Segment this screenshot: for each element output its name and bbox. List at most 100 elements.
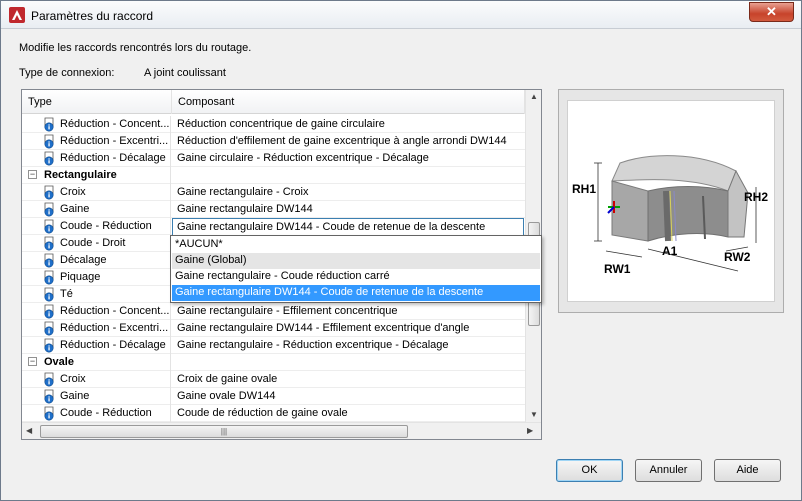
type-cell[interactable]: − Rectangulaire (22, 167, 171, 184)
type-cell[interactable]: Réduction - Excentri... (22, 133, 171, 150)
type-cell[interactable]: Réduction - Concent... (22, 303, 171, 320)
table-row[interactable]: Réduction - Concent... Réduction concentr… (22, 116, 525, 133)
type-cell[interactable]: Té (22, 286, 171, 303)
dropdown-option[interactable]: Gaine (Global) (172, 253, 540, 269)
fitting-info-icon (44, 270, 54, 285)
fitting-info-icon (44, 151, 54, 166)
type-label: Réduction - Excentri... (60, 322, 169, 334)
component-combo-input[interactable]: Gaine rectangulaire DW144 - Coude de ret… (172, 218, 524, 236)
help-button[interactable]: Aide (714, 459, 781, 482)
type-label: Réduction - Concent... (60, 118, 170, 130)
fitting-info-icon (44, 117, 54, 132)
table-row[interactable]: Gaine Gaine rectangulaire DW144 (22, 201, 525, 218)
collapse-toggle-icon[interactable]: − (28, 357, 37, 366)
group-row[interactable]: − Rectangulaire (22, 167, 525, 184)
type-cell[interactable]: Croix (22, 184, 171, 201)
type-cell[interactable]: Réduction - Concent... (22, 116, 171, 133)
table-row[interactable]: Coude - Réduction Coude de réduction de g… (22, 405, 525, 422)
type-label: Décalage (60, 254, 107, 266)
table-row[interactable]: Croix Gaine rectangulaire - Croix (22, 184, 525, 201)
horizontal-scroll-thumb[interactable]: ||| (40, 425, 408, 438)
component-cell[interactable]: Réduction concentrique de gaine circulai… (172, 116, 525, 133)
type-label: Gaine (60, 203, 90, 215)
type-cell[interactable]: Réduction - Décalage (22, 337, 171, 354)
table-row[interactable]: Réduction - Excentri... Gaine rectangulai… (22, 320, 525, 337)
table-row[interactable]: Croix Croix de gaine ovale (22, 371, 525, 388)
component-cell[interactable]: Gaine ovale DW144 (172, 388, 525, 405)
scroll-right-arrow-icon[interactable]: ▶ (527, 426, 533, 435)
rh1-label: RH1 (572, 182, 596, 196)
table-row[interactable]: Réduction - Concent... Gaine rectangulair… (22, 303, 525, 320)
component-cell[interactable]: Gaine rectangulaire - Réduction excentri… (172, 337, 525, 354)
type-cell[interactable]: Réduction - Excentri... (22, 320, 171, 337)
component-cell[interactable]: Gaine circulaire - Réduction excentrique… (172, 150, 525, 167)
group-label: Rectangulaire (44, 169, 117, 181)
cancel-button[interactable]: Annuler (635, 459, 702, 482)
dropdown-option[interactable]: *AUCUN* (172, 237, 540, 253)
type-cell[interactable]: Réduction - Décalage (22, 150, 171, 167)
component-cell[interactable]: Gaine rectangulaire - Effilement concent… (172, 303, 525, 320)
fitting-info-icon (44, 321, 54, 336)
component-dropdown-list[interactable]: *AUCUN* Gaine (Global) Gaine rectangulaire… (170, 235, 542, 303)
dialog-title: Paramètres du raccord (31, 9, 154, 23)
group-label: Ovale (44, 356, 74, 368)
type-label: Coude - Réduction (60, 220, 152, 232)
type-label: Réduction - Excentri... (60, 135, 169, 147)
type-label: Coude - Réduction (60, 407, 152, 419)
fitting-info-icon (44, 389, 54, 404)
type-cell[interactable]: Croix (22, 371, 171, 388)
ok-button[interactable]: OK (556, 459, 623, 482)
column-header-type[interactable]: Type (22, 90, 172, 114)
fitting-info-icon (44, 338, 54, 353)
scroll-left-arrow-icon[interactable]: ◀ (26, 426, 32, 435)
group-row[interactable]: − Ovale (22, 354, 525, 371)
fitting-info-icon (44, 304, 54, 319)
fitting-info-icon (44, 372, 54, 387)
fitting-info-icon (44, 406, 54, 421)
fitting-info-icon (44, 236, 54, 251)
fitting-info-icon (44, 185, 54, 200)
scroll-down-arrow-icon[interactable]: ▼ (530, 410, 538, 419)
component-cell[interactable]: Croix de gaine ovale (172, 371, 525, 388)
component-cell[interactable]: Gaine rectangulaire DW144 (172, 201, 525, 218)
type-label: Té (60, 288, 73, 300)
fitting-info-icon (44, 134, 54, 149)
scroll-up-arrow-icon[interactable]: ▲ (530, 92, 538, 101)
type-label: Réduction - Concent... (60, 305, 170, 317)
type-label: Coude - Droit (60, 237, 126, 249)
reducing-elbow-diagram: RH1 RH2 RW1 RW2 A1 (572, 155, 768, 276)
type-cell[interactable]: Décalage (22, 252, 171, 269)
a1-label: A1 (662, 244, 678, 258)
fitting-info-icon (44, 287, 54, 302)
close-button[interactable]: ✕ (749, 2, 794, 22)
table-row[interactable]: Réduction - Décalage Gaine rectangulaire … (22, 337, 525, 354)
column-header-component[interactable]: Composant (172, 90, 525, 114)
type-cell[interactable]: − Ovale (22, 354, 171, 371)
title-bar[interactable]: Paramètres du raccord ✕ (1, 1, 801, 29)
dropdown-option[interactable]: Gaine rectangulaire - Coude réduction ca… (172, 269, 540, 285)
dialog-description: Modifie les raccords rencontrés lors du … (19, 42, 252, 54)
rw1-label: RW1 (604, 262, 631, 276)
rw2-label: RW2 (724, 250, 751, 264)
fitting-settings-dialog: Paramètres du raccord ✕ Modifie les racc… (0, 0, 802, 501)
component-cell[interactable]: Réduction d'effilement de gaine excentri… (172, 133, 525, 150)
component-cell[interactable]: Gaine rectangulaire - Croix (172, 184, 525, 201)
table-row[interactable]: Coude - Réduction Gaine rectangulaire DW1… (22, 218, 525, 236)
collapse-toggle-icon[interactable]: − (28, 170, 37, 179)
component-cell[interactable]: Gaine rectangulaire DW144 - Effilement e… (172, 320, 525, 337)
type-cell[interactable]: Gaine (22, 388, 171, 405)
component-cell[interactable]: Coude de réduction de gaine ovale (172, 405, 525, 422)
table-row[interactable]: Réduction - Décalage Gaine circulaire - R… (22, 150, 525, 167)
dropdown-option[interactable]: Gaine rectangulaire DW144 - Coude de ret… (172, 285, 540, 301)
type-cell[interactable]: Gaine (22, 201, 171, 218)
type-cell[interactable]: Piquage (22, 269, 171, 286)
table-row[interactable]: Réduction - Excentri... Réduction d'effil… (22, 133, 525, 150)
rh2-label: RH2 (744, 190, 768, 204)
type-cell[interactable]: Coude - Réduction (22, 405, 171, 422)
fitting-info-icon (44, 202, 54, 217)
type-cell[interactable]: Coude - Réduction (22, 218, 171, 235)
autocad-logo-icon (9, 7, 25, 23)
horizontal-scrollbar[interactable]: ◀ ||| ▶ (22, 422, 541, 439)
type-cell[interactable]: Coude - Droit (22, 235, 171, 252)
table-row[interactable]: Gaine Gaine ovale DW144 (22, 388, 525, 405)
